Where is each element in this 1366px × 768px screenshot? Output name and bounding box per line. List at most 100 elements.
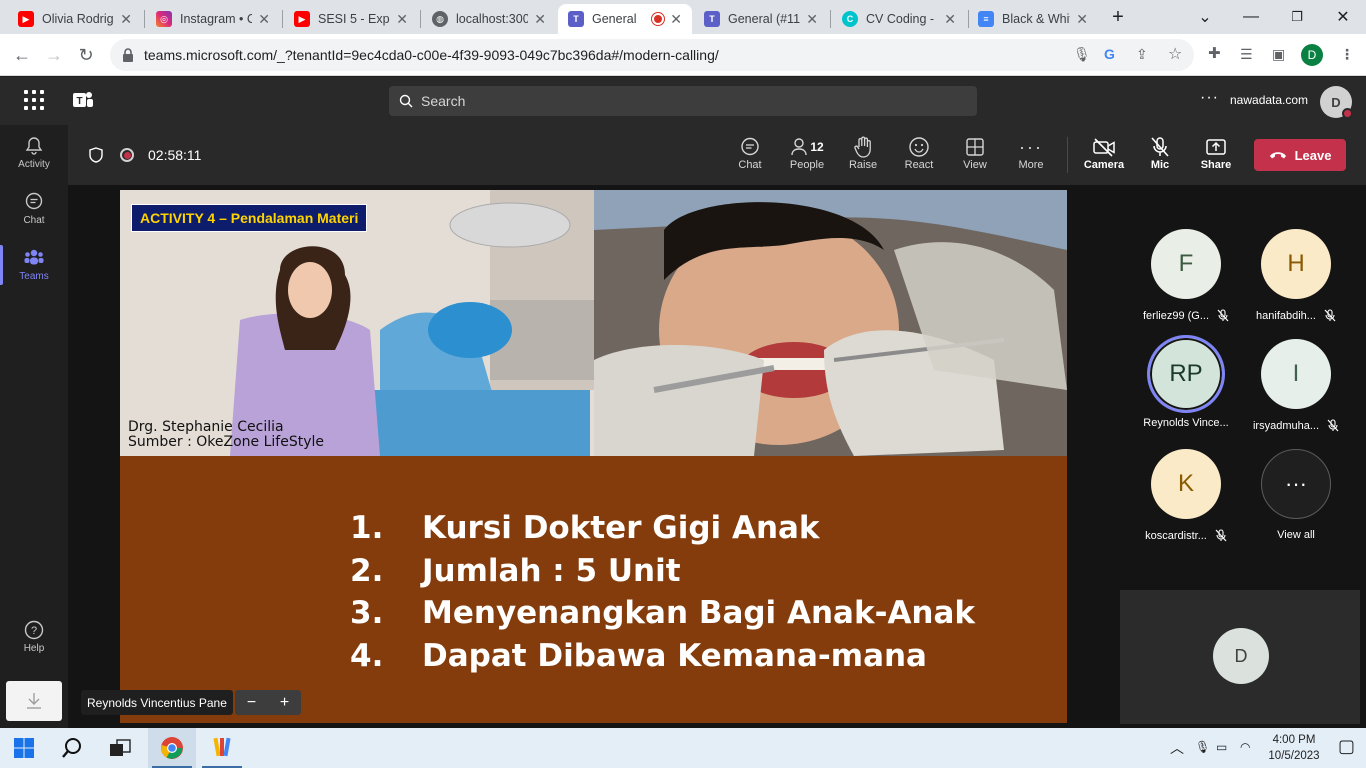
raise-hand-button[interactable]: Raise <box>835 135 891 179</box>
participant-tile[interactable]: F ferliez99 (G... <box>1131 229 1241 339</box>
close-tab-icon[interactable]: ✕ <box>258 11 270 28</box>
taskbar-chrome-button[interactable] <box>148 728 196 768</box>
settings-more-icon[interactable]: ··· <box>1200 89 1219 107</box>
participant-tile[interactable]: K koscardistr... <box>1131 449 1241 559</box>
slide-bullet-list: 1. Kursi Dokter Gigi Anak 2. Jumlah : 5 Un… <box>350 510 975 680</box>
participant-tile-speaking[interactable]: RP Reynolds Vince... <box>1131 335 1241 447</box>
start-button[interactable] <box>0 728 48 768</box>
close-tab-icon[interactable]: ✕ <box>670 11 682 28</box>
tray-chevron-icon[interactable]: ︿ <box>1170 738 1184 758</box>
extensions-icon[interactable]: ✚ <box>1208 44 1221 62</box>
task-view-button[interactable] <box>96 728 144 768</box>
reload-icon[interactable]: ↻ <box>73 42 99 68</box>
close-tab-icon[interactable]: ✕ <box>534 11 546 28</box>
tenant-name[interactable]: nawadata.com <box>1230 93 1308 107</box>
forward-arrow-icon[interactable]: → <box>41 42 67 68</box>
microphone-tray-icon[interactable]: 🎙 <box>1195 740 1210 754</box>
mic-toggle-button[interactable]: Mic <box>1132 135 1188 179</box>
list-item: 4. Dapat Dibawa Kemana-mana <box>350 637 927 674</box>
browser-toolbar: ← → ↻ teams.microsoft.com/_?tenantId=9ec… <box>0 34 1366 76</box>
share-icon[interactable]: ⇪ <box>1136 46 1148 63</box>
battery-icon[interactable]: ▭ <box>1216 740 1227 754</box>
recording-icon <box>120 148 134 162</box>
google-lens-icon[interactable]: G <box>1104 46 1115 62</box>
search-icon <box>399 94 413 108</box>
people-button[interactable]: 12 People <box>779 135 835 179</box>
browser-tab[interactable]: ▶ SESI 5 - Expr ✕ <box>284 4 418 34</box>
mic-off-icon <box>1217 309 1229 322</box>
zoom-in-button[interactable]: + <box>280 694 289 712</box>
taskbar-search-button[interactable] <box>48 728 96 768</box>
browser-tab[interactable]: ≡ Black & Whit ✕ <box>968 4 1098 34</box>
leave-button[interactable]: Leave <box>1254 139 1346 171</box>
svg-text:?: ? <box>31 625 37 637</box>
share-screen-icon <box>1206 139 1226 155</box>
react-button[interactable]: React <box>891 135 947 179</box>
teams-icon <box>24 249 44 265</box>
avatar: I <box>1261 339 1331 409</box>
user-avatar[interactable]: D <box>1320 86 1353 119</box>
chat-button[interactable]: Chat <box>722 135 778 179</box>
meeting-controls-bar: 02:58:11 Chat 12 People Raise React View… <box>68 125 1366 185</box>
mic-off-icon <box>1324 309 1336 322</box>
address-bar[interactable]: teams.microsoft.com/_?tenantId=9ec4cda0-… <box>110 39 1194 71</box>
shield-icon[interactable] <box>89 147 103 163</box>
photo-credit: Drg. Stephanie Cecilia Sumber : OkeZone … <box>128 419 324 450</box>
avatar: RP <box>1147 335 1225 413</box>
browser-tab-active[interactable]: T General ✕ <box>558 4 692 34</box>
camera-toggle-button[interactable]: Camera <box>1076 135 1132 179</box>
zoom-out-button[interactable]: − <box>247 694 256 712</box>
task-view-icon <box>110 739 131 756</box>
download-button[interactable] <box>6 681 62 721</box>
rail-item-help[interactable]: ? Help <box>0 609 68 665</box>
participant-tile[interactable]: H hanifabdih... <box>1241 229 1351 339</box>
notification-icon[interactable]: ▢ <box>1338 736 1355 757</box>
microphone-icon[interactable]: 🎙 <box>1073 46 1091 63</box>
more-horizontal-icon: ··· <box>1261 449 1331 519</box>
search-input[interactable]: Search <box>389 86 977 116</box>
people-count: 12 <box>810 140 824 154</box>
close-tab-icon[interactable]: ✕ <box>944 11 956 28</box>
share-button[interactable]: Share <box>1188 135 1244 179</box>
side-panel-icon[interactable]: ▣ <box>1272 46 1285 63</box>
close-tab-icon[interactable]: ✕ <box>120 11 132 28</box>
rail-item-chat[interactable]: Chat <box>0 181 68 237</box>
rail-item-teams[interactable]: Teams <box>0 237 68 293</box>
activity-banner: ACTIVITY 4 – Pendalaman Materi <box>131 204 368 232</box>
browser-tab[interactable]: T General (#11 ✕ <box>694 4 828 34</box>
more-actions-button[interactable]: ··· More <box>1003 135 1059 179</box>
browser-tab[interactable]: ◎ Instagram • C ✕ <box>146 4 280 34</box>
view-all-participants-button[interactable]: ··· View all <box>1241 449 1351 559</box>
reading-list-icon[interactable]: ☰ <box>1240 46 1253 63</box>
tab-search-chevron-icon[interactable]: ⌄ <box>1182 0 1228 34</box>
restore-button[interactable]: ❐ <box>1274 0 1320 34</box>
close-tab-icon[interactable]: ✕ <box>1076 11 1088 28</box>
close-tab-icon[interactable]: ✕ <box>806 11 818 28</box>
canva-icon: C <box>842 11 858 27</box>
browser-tab[interactable]: ◍ localhost:300 ✕ <box>422 4 556 34</box>
app-launcher-icon[interactable] <box>24 90 44 110</box>
self-video-tile[interactable]: D <box>1120 590 1360 724</box>
teams-header: T Search ··· nawadata.com D <box>0 77 1366 125</box>
taskbar-paint-button[interactable] <box>198 728 246 768</box>
bookmark-star-icon[interactable]: ☆ <box>1168 44 1182 64</box>
download-icon <box>27 693 41 709</box>
wifi-icon[interactable]: ◠ <box>1240 740 1250 754</box>
rail-item-activity[interactable]: Activity <box>0 125 68 181</box>
chrome-icon <box>161 737 183 759</box>
system-clock[interactable]: 4:00 PM 10/5/2023 <box>1262 732 1326 764</box>
back-arrow-icon[interactable]: ← <box>9 42 35 68</box>
minimize-button[interactable]: — <box>1228 0 1274 34</box>
close-tab-icon[interactable]: ✕ <box>396 11 408 28</box>
browser-tab[interactable]: C CV Coding - ✕ <box>832 4 966 34</box>
new-tab-button[interactable]: + <box>1100 0 1136 34</box>
profile-avatar[interactable]: D <box>1301 44 1323 66</box>
close-window-button[interactable]: ✕ <box>1320 0 1366 34</box>
browser-tab[interactable]: ▶ Olivia Rodrig ✕ <box>8 4 142 34</box>
search-icon <box>62 738 81 758</box>
list-item: 2. Jumlah : 5 Unit <box>350 552 681 589</box>
chat-icon <box>741 137 759 156</box>
view-button[interactable]: View <box>947 135 1003 179</box>
browser-menu-icon[interactable]: ⋮ <box>1340 46 1354 63</box>
participant-tile[interactable]: I irsyadmuha... <box>1241 339 1351 449</box>
